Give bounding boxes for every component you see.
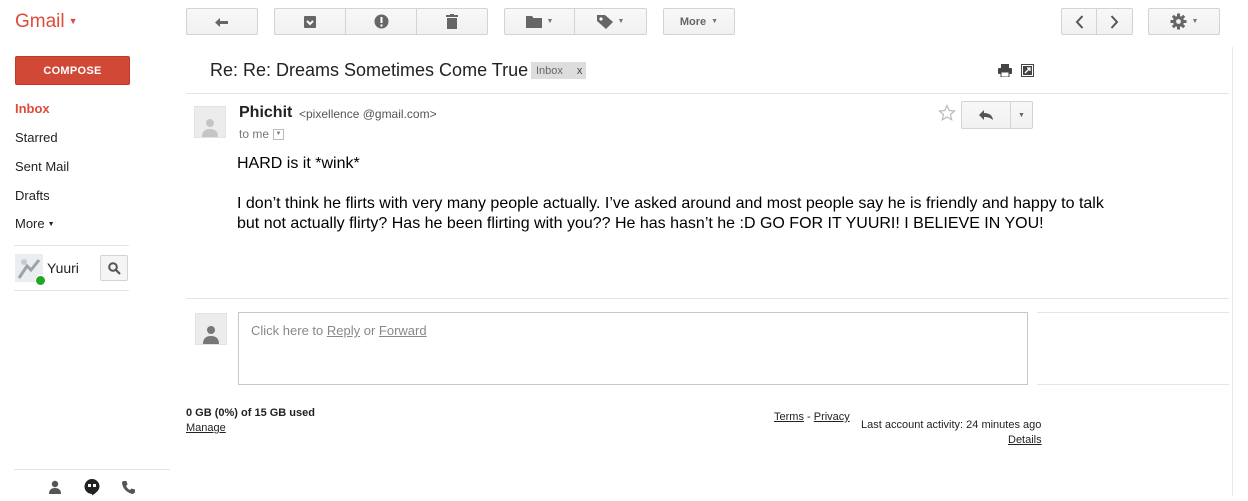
chevron-down-icon: ▼ <box>711 18 719 25</box>
report-spam-button[interactable] <box>346 8 417 35</box>
storage-usage: 0 GB (0%) of 15 GB used <box>186 407 315 419</box>
sidebar-item-sent-mail[interactable]: Sent Mail <box>15 159 69 174</box>
delete-button[interactable] <box>417 8 488 35</box>
more-button-label: More <box>679 15 707 28</box>
reply-link[interactable]: Reply <box>327 323 360 338</box>
open-new-window-icon <box>1021 64 1034 77</box>
quick-reply-box[interactable]: Click here to Reply or Forward <box>238 312 1028 385</box>
print-button[interactable] <box>998 64 1012 82</box>
message-body-line: HARD is it *wink* <box>237 155 360 172</box>
settings-button[interactable]: ▼ <box>1148 8 1220 35</box>
reply-prompt-or: or <box>360 323 379 338</box>
show-details-button[interactable]: ▼ <box>273 128 285 140</box>
label-chip-text: Inbox <box>536 64 563 77</box>
older-button[interactable] <box>1097 8 1133 35</box>
footer-separator: - <box>803 411 814 423</box>
sidebar-item-inbox[interactable]: Inbox <box>15 101 50 116</box>
trash-icon <box>446 14 458 29</box>
chevron-down-icon: ▼ <box>47 221 55 228</box>
terms-link[interactable]: Terms <box>774 411 804 423</box>
sender-name[interactable]: Phichit <box>239 104 292 122</box>
person-icon <box>49 480 61 494</box>
organize-button-group: ▼ ▼ <box>504 8 647 35</box>
action-button-group <box>274 8 488 35</box>
reply-prompt-prefix: Click here to <box>251 323 327 338</box>
chevron-down-icon: ▼ <box>68 16 78 26</box>
chevron-down-icon: ▼ <box>1018 111 1025 119</box>
reply-button[interactable] <box>961 101 1011 129</box>
recipient-line: to me ▼ <box>239 127 285 141</box>
archive-button[interactable] <box>274 8 346 35</box>
sidebar-item-more-label: More <box>15 216 45 231</box>
sidebar-item-starred[interactable]: Starred <box>15 130 58 145</box>
reply-button-group: ▼ <box>961 101 1033 129</box>
more-button[interactable]: More ▼ <box>663 8 735 35</box>
chevron-down-icon: ▼ <box>617 18 625 25</box>
hangouts-icon <box>84 479 100 496</box>
gear-icon <box>1170 13 1187 30</box>
reply-icon <box>979 110 993 120</box>
default-avatar-icon <box>202 119 218 137</box>
star-icon <box>938 104 956 122</box>
hangouts-tab[interactable] <box>84 479 100 501</box>
privacy-link[interactable]: Privacy <box>814 411 850 423</box>
gmail-logo-text: Gmail <box>15 11 65 32</box>
chevron-down-icon: ▼ <box>546 18 554 25</box>
folder-icon <box>525 16 542 28</box>
tag-icon <box>596 14 613 29</box>
sidebar-divider <box>14 469 170 470</box>
last-activity-text: Last account activity: 24 minutes ago <box>861 419 1042 431</box>
print-icon <box>998 64 1012 78</box>
header-divider <box>186 93 1229 94</box>
sender-email: <pixellence @gmail.com> <box>299 107 437 121</box>
contacts-tab[interactable] <box>48 480 62 499</box>
pager-group <box>1061 8 1133 35</box>
chevron-left-icon <box>1075 14 1083 29</box>
online-status-icon <box>35 275 46 286</box>
scrollbar-track[interactable] <box>1232 47 1233 496</box>
reply-area-divider <box>1037 312 1229 313</box>
phone-icon <box>122 481 135 494</box>
report-spam-icon <box>374 14 388 29</box>
message-body-line: I don’t think he flirts with very many p… <box>237 195 1104 212</box>
star-button[interactable] <box>938 104 956 127</box>
message-divider <box>186 298 1229 299</box>
archive-icon <box>304 15 316 28</box>
default-avatar-icon <box>203 326 219 344</box>
back-to-inbox-button[interactable] <box>186 8 258 35</box>
thread-subject: Re: Re: Dreams Sometimes Come True <box>210 60 529 80</box>
chat-contact-name[interactable]: Yuuri <box>47 260 79 276</box>
chat-search-button[interactable] <box>100 255 128 281</box>
activity-details-link[interactable]: Details <box>1008 434 1042 446</box>
forward-link[interactable]: Forward <box>379 323 427 338</box>
sidebar-item-more[interactable]: More ▼ <box>15 216 55 231</box>
back-arrow-icon <box>215 17 228 27</box>
sidebar-divider <box>14 245 129 246</box>
my-avatar <box>195 313 227 345</box>
inbox-label-chip[interactable]: Inbox x <box>531 62 587 79</box>
more-reply-options-button[interactable]: ▼ <box>1011 101 1033 129</box>
sender-avatar[interactable] <box>194 106 226 138</box>
compose-button[interactable]: COMPOSE <box>15 56 130 85</box>
new-window-button[interactable] <box>1021 64 1034 82</box>
move-to-button[interactable]: ▼ <box>504 8 575 35</box>
phone-tab[interactable] <box>121 480 136 500</box>
message-body-line: but not actually flirty? Has he been fli… <box>237 215 1044 232</box>
chevron-down-icon: ▼ <box>1191 18 1199 25</box>
labels-button[interactable]: ▼ <box>575 8 647 35</box>
chevron-right-icon <box>1110 14 1119 29</box>
search-icon <box>107 261 121 275</box>
sidebar-divider <box>14 290 129 291</box>
remove-label-button[interactable]: x <box>577 65 583 77</box>
footer-links: Terms - Privacy <box>774 407 850 425</box>
newer-button[interactable] <box>1061 8 1097 35</box>
manage-storage-link[interactable]: Manage <box>186 422 226 434</box>
recipient-text: to me <box>239 127 270 141</box>
reply-area-divider <box>1037 384 1229 385</box>
sidebar-item-drafts[interactable]: Drafts <box>15 188 50 203</box>
gmail-logo[interactable]: Gmail ▼ <box>15 11 78 33</box>
